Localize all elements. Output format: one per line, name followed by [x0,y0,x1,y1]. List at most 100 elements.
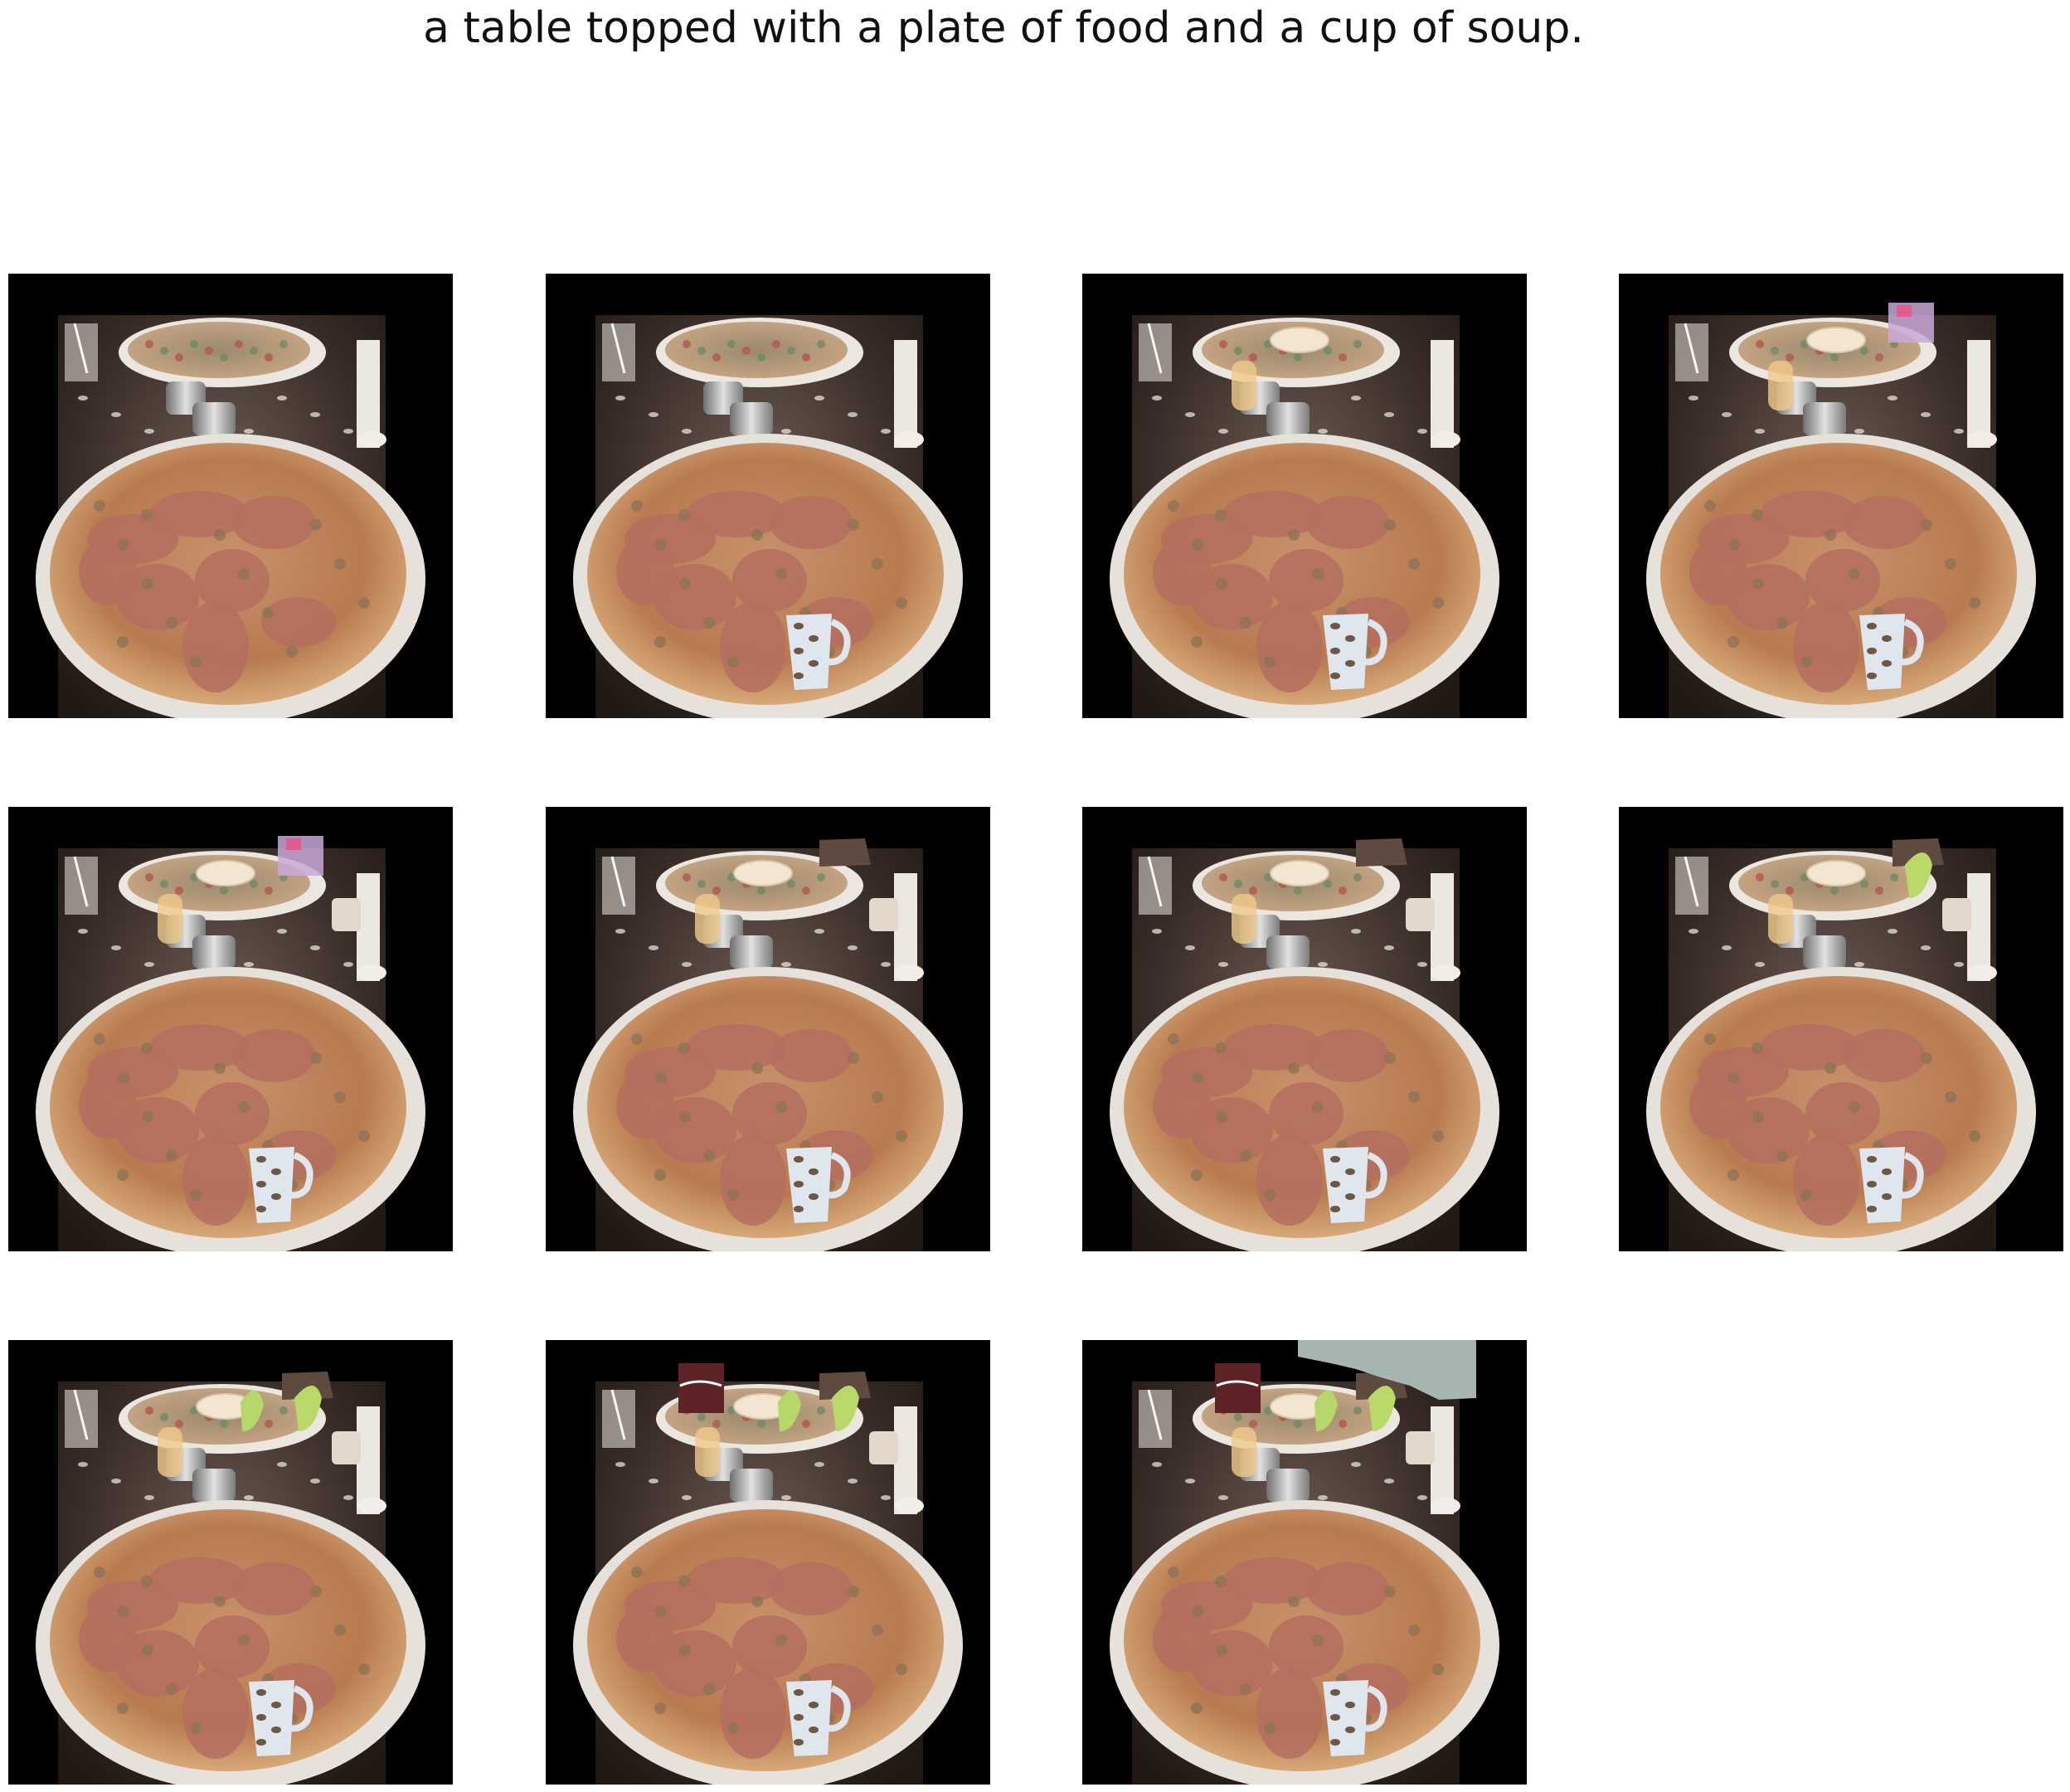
scene-image [573,315,963,718]
ham-slice [182,1668,249,1759]
ham-slice [1153,1072,1211,1139]
ham-slice [1306,1562,1389,1615]
ham-slice [1269,1615,1344,1678]
ham-slice [1256,1668,1323,1759]
ham-slice [1223,1557,1323,1604]
glass [158,894,182,944]
dark-lid [1356,838,1407,867]
scene-image [1110,1340,1499,1785]
small-plate [733,860,793,886]
glass [695,894,720,944]
ham-slice [232,1029,315,1082]
ham-slice [1689,539,1747,605]
small-plate [1270,327,1329,353]
ham-slice [1306,496,1389,549]
ham-slice [770,1029,853,1082]
small-plate [1270,860,1329,886]
side-mug [332,1431,361,1464]
side-mug [332,898,361,931]
photo [573,315,963,718]
shaker [1803,402,1846,435]
caption: a table topped with a plate of food and … [423,3,1584,53]
ham-slice [1805,549,1880,612]
image-tile [546,1340,990,1785]
ham-slice [182,1134,249,1226]
photo [1110,838,1499,1251]
small-plate [196,860,255,886]
ham-slice [1843,1029,1926,1082]
ham-slice [770,1562,853,1615]
ham-slice [232,1562,315,1615]
image-tile [1082,807,1527,1251]
ham-slice [182,601,249,692]
ham-slice [720,1668,786,1759]
ham-slice [687,1024,786,1071]
scene-image [573,1363,963,1785]
shaker [1803,935,1846,969]
scene-image [36,836,425,1251]
ham-slice [1153,539,1211,605]
scene-image [1646,838,2036,1251]
shaker [730,935,773,969]
shaker [730,1469,773,1502]
side-mug [1406,898,1435,931]
glass [158,1427,182,1477]
ham-slice [770,496,853,549]
image-tile [8,274,453,718]
photo [573,1363,963,1785]
back-pizza [128,322,310,378]
ham-slice [687,491,786,537]
cola-can [1215,1363,1261,1413]
side-mug [1406,1431,1435,1464]
dark-lid [819,838,871,867]
ham-slice [1805,1082,1880,1145]
ham-slice [149,1024,249,1071]
shaker [1266,1469,1310,1502]
photo [1646,303,2036,718]
shaker [192,1469,236,1502]
ham-slice [616,539,674,605]
cola-can [678,1363,724,1413]
image-tile [1619,807,2063,1251]
pink-box [278,836,323,876]
ham-slice [732,549,807,612]
ham-slice [1256,1134,1323,1226]
scene-image [573,838,963,1251]
pink-box [1888,303,1934,342]
back-pizza [665,322,848,378]
side-mug [869,1431,898,1464]
ham-slice [195,1615,270,1678]
ham-slice [232,496,315,549]
glass [1232,894,1256,944]
shaker [1266,402,1310,435]
ham-slice [149,1557,249,1604]
ham-slice [687,1557,786,1604]
photo [36,836,425,1251]
shaker [192,935,236,969]
ham-slice [79,1072,137,1139]
image-tile [1082,274,1527,718]
small-plate [1806,327,1866,353]
ham-slice [720,1134,786,1226]
photo [36,315,425,718]
ham-slice [1256,601,1323,692]
image-tile [546,274,990,718]
scene-image [1110,838,1499,1251]
ham-slice [261,597,336,647]
glass [1232,361,1256,410]
ham-slice [616,1605,674,1672]
ham-slice [1269,549,1344,612]
ham-slice [149,491,249,537]
ham-slice [1306,1029,1389,1082]
ham-slice [79,539,137,605]
ham-slice [1689,1072,1747,1139]
glass [1232,1427,1256,1477]
glass [695,1427,720,1477]
ham-slice [1843,496,1926,549]
ham-slice [720,601,786,692]
ham-slice [1223,1024,1323,1071]
ham-slice [1269,1082,1344,1145]
shaker [192,402,236,435]
glass [1768,894,1793,944]
scene-image [1646,303,2036,718]
